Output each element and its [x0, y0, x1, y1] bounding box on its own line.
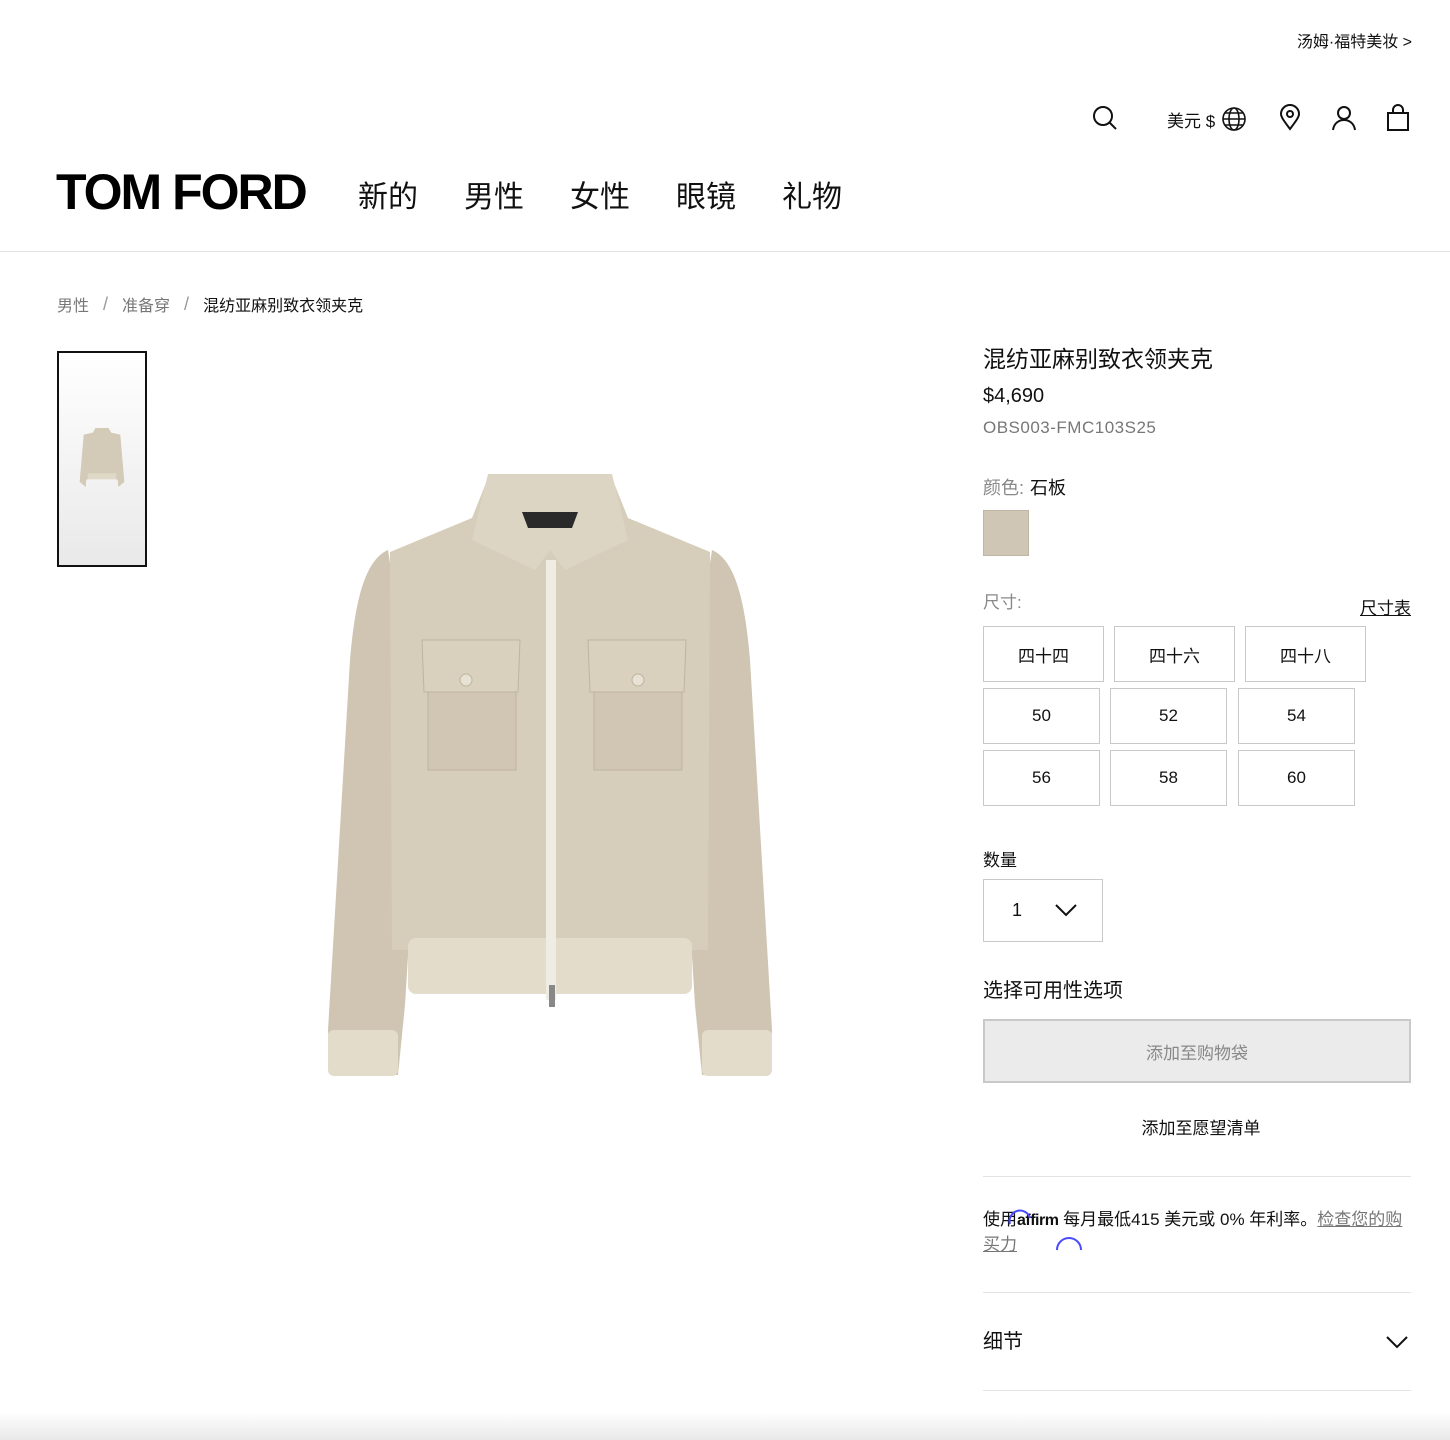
- breadcrumb-separator: /: [184, 293, 190, 314]
- size-option-50[interactable]: 50: [983, 688, 1100, 744]
- size-option-44[interactable]: 四十四: [983, 626, 1104, 682]
- product-info: 混纺亚麻别致衣领夹克 $4,690 OBS003-FMC103S25: [983, 340, 1411, 438]
- product-sku: OBS003-FMC103S25: [983, 418, 1157, 437]
- globe-icon: [1222, 107, 1246, 131]
- affirm-spinner-icon: [1056, 1237, 1082, 1251]
- product-price: $4,690: [983, 385, 1045, 407]
- size-option-56[interactable]: 56: [983, 750, 1100, 806]
- details-label: 细节: [983, 1331, 1023, 1353]
- color-row: 颜色: 石板: [983, 474, 1066, 500]
- breadcrumb-men[interactable]: 男性: [57, 292, 89, 316]
- size-option-48[interactable]: 四十八: [1245, 626, 1366, 682]
- product-title: 混纺亚麻别致衣领夹克: [983, 346, 1213, 372]
- breadcrumb-separator: /: [103, 293, 109, 314]
- size-option-60[interactable]: 60: [1238, 750, 1355, 806]
- account-icon[interactable]: [1330, 104, 1358, 132]
- size-label: 尺寸:: [983, 593, 1022, 612]
- product-main-image[interactable]: [310, 460, 790, 1090]
- breadcrumb-ready-to-wear[interactable]: 准备穿: [122, 292, 170, 316]
- color-label: 颜色:: [983, 478, 1025, 498]
- utility-bar: 美元 $: [0, 104, 1450, 136]
- main-nav: 新的 男性 女性 眼镜 礼物: [358, 176, 842, 220]
- nav-item-men[interactable]: 男性: [464, 176, 524, 220]
- page-bottom-shade: [0, 1412, 1450, 1440]
- details-accordion[interactable]: 细节: [983, 1322, 1411, 1362]
- availability-label: 选择可用性选项: [983, 980, 1123, 1002]
- product-thumbnail[interactable]: [57, 351, 147, 567]
- add-to-wishlist-button[interactable]: 添加至愿望清单: [983, 1114, 1419, 1139]
- color-value: 石板: [1030, 478, 1067, 498]
- tom-ford-beauty-link[interactable]: 汤姆·福特美妆 >: [1297, 28, 1412, 52]
- currency-selector[interactable]: 美元 $: [1167, 106, 1247, 132]
- search-icon[interactable]: [1091, 104, 1119, 132]
- quantity-label: 数量: [983, 851, 1017, 870]
- size-option-58[interactable]: 58: [1110, 750, 1227, 806]
- quantity-value: 1: [1012, 900, 1023, 920]
- size-option-52[interactable]: 52: [1110, 688, 1227, 744]
- currency-label: 美元 $: [1167, 111, 1216, 131]
- affirm-promo: 使用affirm 每月最低415 美元或 0% 年利率。检查您的购买力: [983, 1208, 1411, 1257]
- header-divider: [0, 251, 1450, 252]
- store-locator-icon[interactable]: [1276, 104, 1304, 132]
- nav-item-gifts[interactable]: 礼物: [782, 176, 842, 220]
- breadcrumb-current: 混纺亚麻别致衣领夹克: [203, 298, 364, 315]
- affirm-spinner-icon: [1008, 1209, 1031, 1225]
- quantity-select[interactable]: 1: [983, 879, 1103, 942]
- color-swatch-slate[interactable]: [983, 510, 1029, 556]
- affirm-text: 每月最低415 美元或 0% 年利率。: [1058, 1210, 1318, 1229]
- chevron-down-icon: [1386, 1336, 1408, 1349]
- nav-item-eyewear[interactable]: 眼镜: [676, 176, 736, 220]
- section-divider: [983, 1176, 1411, 1177]
- size-option-46[interactable]: 四十六: [1114, 626, 1235, 682]
- breadcrumb: 男性 / 准备穿 / 混纺亚麻别致衣领夹克: [57, 292, 363, 316]
- add-to-bag-button[interactable]: 添加至购物袋: [983, 1019, 1411, 1083]
- tom-ford-logo[interactable]: TOM FORD: [56, 164, 308, 220]
- chevron-down-icon: [1055, 904, 1077, 917]
- jacket-image: [328, 474, 772, 1076]
- section-divider: [983, 1292, 1411, 1293]
- size-option-54[interactable]: 54: [1238, 688, 1355, 744]
- jacket-thumbnail-image: [79, 428, 125, 487]
- section-divider: [983, 1390, 1411, 1391]
- nav-item-new[interactable]: 新的: [358, 176, 418, 220]
- nav-item-women[interactable]: 女性: [570, 176, 630, 220]
- size-chart-link[interactable]: 尺寸表: [1360, 594, 1411, 619]
- shopping-bag-icon[interactable]: [1384, 104, 1412, 132]
